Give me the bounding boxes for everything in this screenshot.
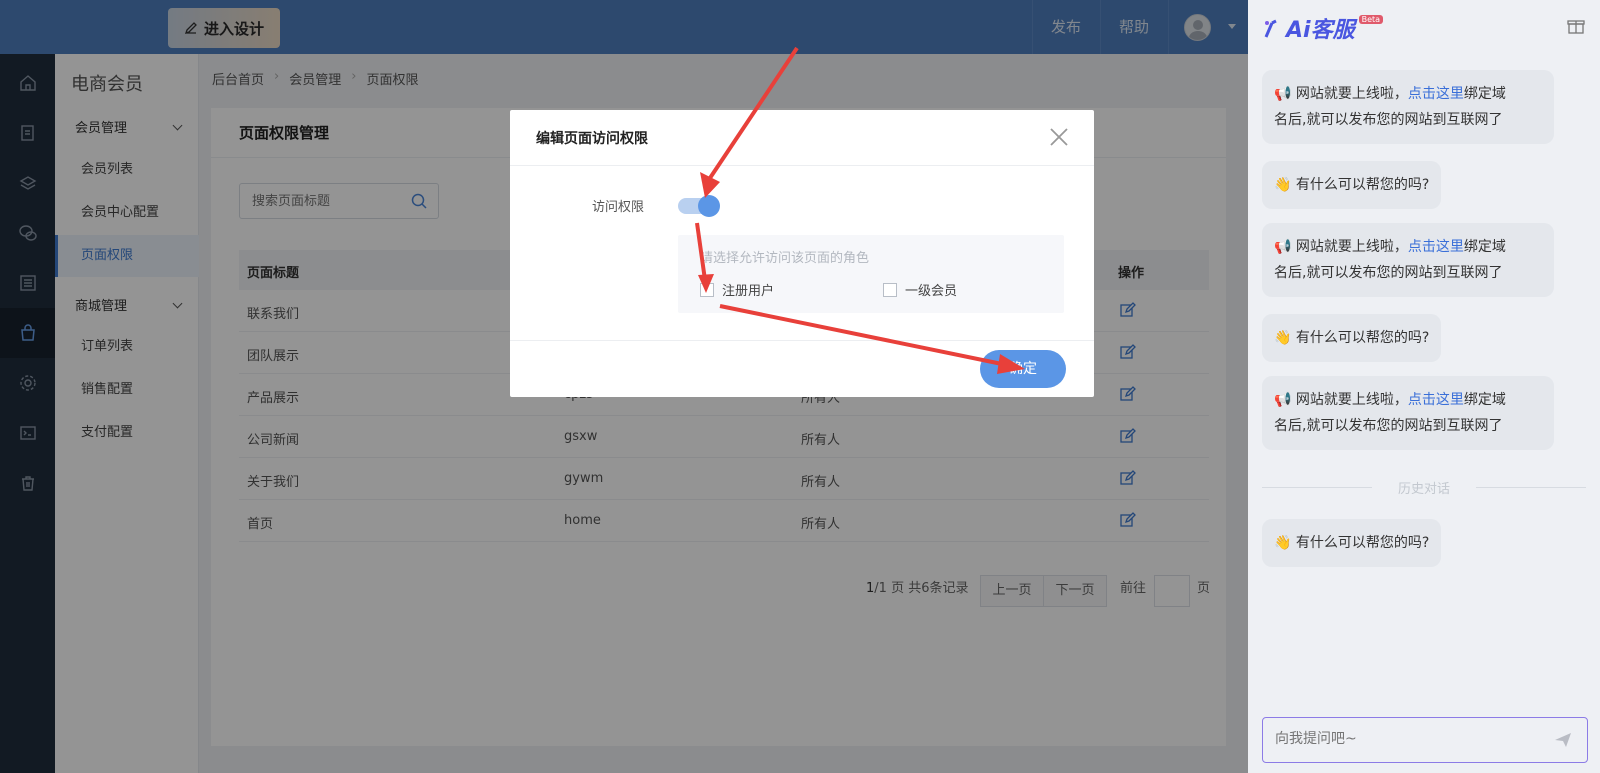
- message-text: 绑定域: [1463, 86, 1506, 102]
- ai-question-box: [1262, 717, 1588, 763]
- chat-message: 📢 网站就要上线啦，点击这里绑定域名后,就可以发布您的网站到互联网了: [1262, 223, 1554, 297]
- click-here-link[interactable]: 点击这里: [1408, 86, 1464, 102]
- ai-logo: Ai客服 Beta: [1262, 12, 1384, 44]
- ai-logo-text: Ai客服: [1286, 18, 1355, 43]
- click-here-link[interactable]: 点击这里: [1408, 392, 1464, 408]
- chat-message: 📢 网站就要上线啦，点击这里绑定域名后,就可以发布您的网站到互联网了: [1262, 376, 1554, 450]
- click-here-link[interactable]: 点击这里: [1408, 239, 1464, 255]
- chat-message: 📢 网站就要上线啦，点击这里绑定域名后,就可以发布您的网站到互联网了: [1262, 70, 1554, 144]
- access-permission-switch[interactable]: [678, 195, 720, 217]
- role-label: 一级会员: [905, 284, 958, 299]
- message-text: 👋 有什么可以帮您的吗?: [1274, 177, 1430, 193]
- message-text: 名后,就可以发布您的网站到互联网了: [1274, 418, 1503, 434]
- message-text: 绑定域: [1463, 392, 1506, 408]
- role-checkbox-registered[interactable]: 注册用户: [700, 280, 774, 299]
- message-text: 👋 有什么可以帮您的吗?: [1274, 535, 1430, 551]
- ai-assistant-panel: Ai客服 Beta 📢 网站就要上线啦，点击这里绑定域 名后,就可以发布您的网站到…: [1248, 0, 1600, 773]
- sparkle-icon: [1264, 19, 1277, 38]
- role-hint: 请选择允许访问该页面的角色: [700, 251, 870, 266]
- message-text: 📢 网站就要上线啦，: [1274, 86, 1408, 102]
- beta-badge: Beta: [1358, 14, 1384, 24]
- chat-message: 👋 有什么可以帮您的吗?: [1262, 519, 1442, 567]
- message-text: 名后,就可以发布您的网站到互联网了: [1274, 265, 1503, 281]
- message-text: 绑定域: [1463, 239, 1506, 255]
- ai-question-input[interactable]: [1263, 718, 1533, 760]
- message-text: 📢 网站就要上线啦，: [1274, 392, 1408, 408]
- history-divider: 历史对话: [1262, 478, 1586, 498]
- send-icon[interactable]: [1553, 730, 1573, 750]
- divider: [510, 340, 1094, 341]
- role-checkbox-level1[interactable]: 一级会员: [883, 280, 957, 299]
- checkbox[interactable]: [883, 282, 897, 297]
- chat-message: 👋 有什么可以帮您的吗?: [1262, 314, 1442, 362]
- chat-message: 👋 有什么可以帮您的吗?: [1262, 161, 1442, 209]
- gift-icon[interactable]: [1566, 16, 1586, 36]
- edit-permission-dialog: 编辑页面访问权限 访问权限 请选择允许访问该页面的角色 注册用户 一级会员 确定: [510, 110, 1094, 397]
- close-icon[interactable]: [1048, 126, 1070, 148]
- confirm-button[interactable]: 确定: [980, 350, 1066, 388]
- access-permission-label: 访问权限: [592, 200, 645, 215]
- switch-knob: [698, 195, 720, 217]
- message-text: 名后,就可以发布您的网站到互联网了: [1274, 112, 1503, 128]
- checkbox[interactable]: [700, 282, 714, 297]
- message-text: 📢 网站就要上线啦，: [1274, 239, 1408, 255]
- role-label: 注册用户: [722, 284, 775, 299]
- divider: [510, 165, 1094, 166]
- message-text: 👋 有什么可以帮您的吗?: [1274, 330, 1430, 346]
- divider: [1476, 487, 1586, 488]
- role-selector: 请选择允许访问该页面的角色 注册用户 一级会员: [678, 235, 1064, 313]
- dialog-title: 编辑页面访问权限: [536, 131, 648, 147]
